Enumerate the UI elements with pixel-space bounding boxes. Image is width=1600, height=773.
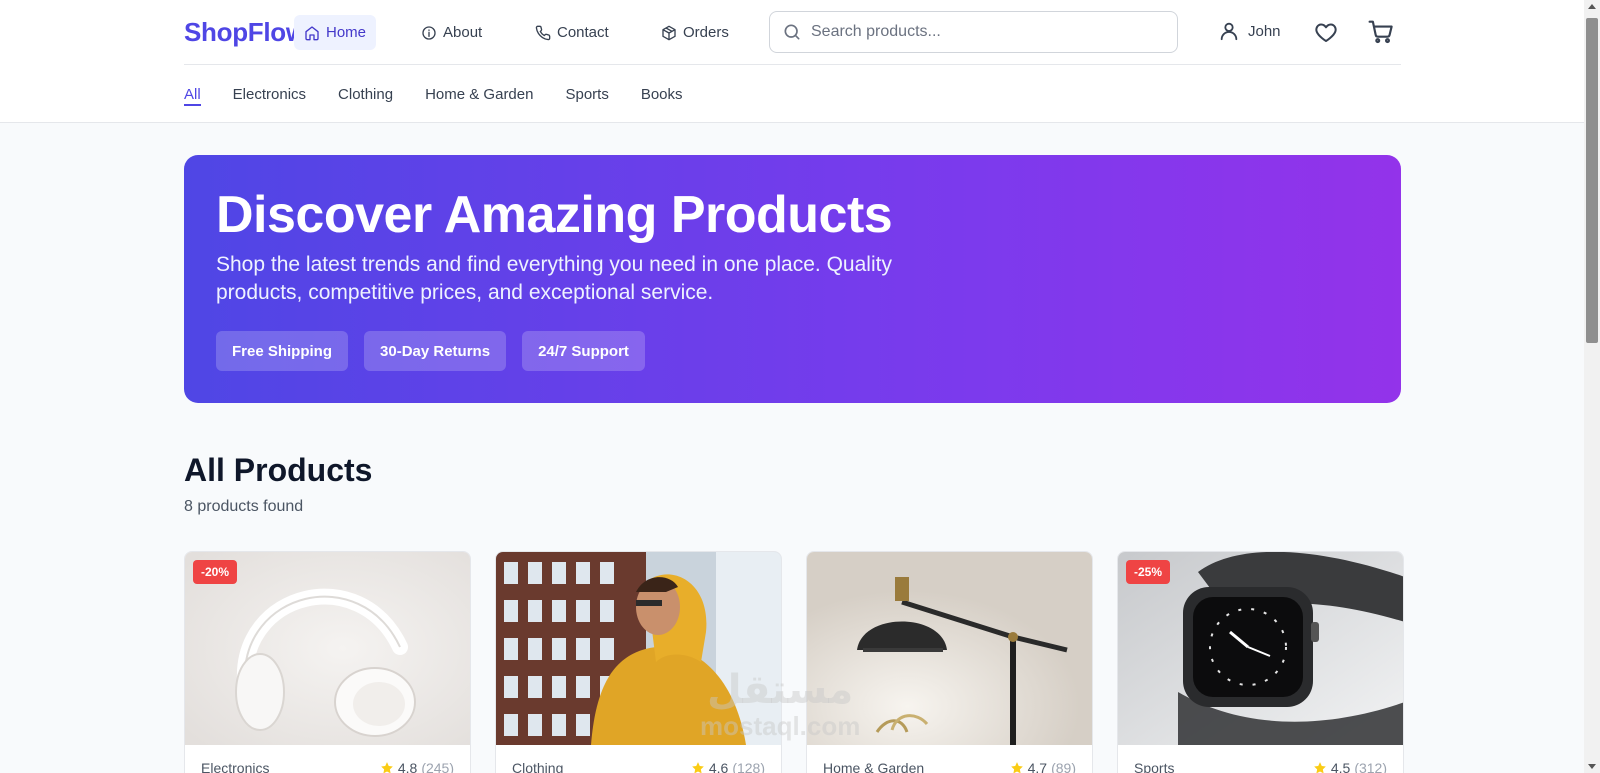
- search-bar: [769, 11, 1178, 53]
- user-name: John: [1248, 22, 1281, 40]
- rating-value: 4.5: [1330, 760, 1351, 773]
- category-tab-home-garden[interactable]: Home & Garden: [425, 66, 533, 122]
- top-header: ShopFlow Home About Contact Orders John: [0, 0, 1584, 123]
- feature-chip-returns: 30-Day Returns: [364, 331, 507, 371]
- info-icon: [422, 25, 436, 40]
- wishlist-button[interactable]: [1312, 18, 1340, 46]
- star-icon: [1314, 762, 1326, 773]
- feature-chip-support: 24/7 Support: [522, 331, 645, 371]
- category-tab-all[interactable]: All: [184, 66, 201, 122]
- category-tab-electronics[interactable]: Electronics: [233, 66, 306, 122]
- hero-subtitle: Shop the latest trends and find everythi…: [216, 253, 892, 304]
- product-meta: Home & Garden 4.7 (89): [823, 760, 1076, 773]
- product-category: Clothing: [512, 760, 564, 773]
- category-tab-sports[interactable]: Sports: [565, 66, 608, 122]
- product-card[interactable]: Clothing 4.6 (128): [495, 551, 782, 773]
- star-icon: [1010, 762, 1023, 773]
- product-rating: 4.8 (245): [380, 760, 454, 773]
- scroll-up-arrow-icon[interactable]: [1588, 4, 1596, 9]
- user-icon: [1220, 22, 1238, 41]
- product-card[interactable]: -20% Electronics 4.8 (245): [184, 551, 471, 773]
- hero-banner: Discover Amazing Products Shop the lates…: [184, 155, 1401, 403]
- product-meta: Sports 4.5 (312): [1134, 760, 1387, 773]
- nav-home-label: Home: [326, 24, 367, 41]
- hero-features: Free Shipping 30-Day Returns 24/7 Suppor…: [216, 331, 645, 371]
- products-heading: All Products: [184, 452, 373, 488]
- nav-orders[interactable]: Orders: [651, 15, 739, 50]
- product-card[interactable]: Home & Garden 4.7 (89): [806, 551, 1093, 773]
- product-card[interactable]: -25% Sports 4.5 (312): [1117, 551, 1404, 773]
- category-tabs: All Electronics Clothing Home & Garden S…: [184, 66, 683, 122]
- package-icon: [662, 25, 676, 40]
- category-tab-books[interactable]: Books: [641, 66, 683, 122]
- nav-about-label: About: [443, 24, 483, 41]
- star-icon: [381, 762, 393, 773]
- star-icon: [692, 762, 704, 773]
- discount-badge: -25%: [1126, 560, 1171, 584]
- category-tab-clothing[interactable]: Clothing: [338, 66, 393, 122]
- review-count: (312): [1354, 760, 1387, 773]
- product-grid: -20% Electronics 4.8 (245) Clothing 4.6 …: [184, 551, 1404, 773]
- product-image-lamp[interactable]: [807, 552, 1092, 745]
- product-meta: Clothing 4.6 (128): [512, 760, 765, 773]
- product-image-hoodie[interactable]: [496, 552, 781, 745]
- product-category: Home & Garden: [823, 760, 925, 773]
- products-count: 8 products found: [184, 498, 304, 515]
- page-scrollbar[interactable]: [1584, 0, 1600, 773]
- product-rating: 4.5 (312): [1313, 760, 1387, 773]
- nav-contact-label: Contact: [557, 24, 609, 41]
- product-rating: 4.7 (89): [1010, 760, 1076, 773]
- product-meta: Electronics 4.8 (245): [201, 760, 454, 773]
- phone-icon: [535, 25, 551, 40]
- cart-button[interactable]: [1367, 18, 1395, 46]
- discount-badge: -20%: [193, 560, 238, 584]
- feature-chip-shipping: Free Shipping: [216, 331, 349, 371]
- scrollbar-thumb[interactable]: [1586, 18, 1598, 343]
- user-account-button[interactable]: John: [1218, 20, 1281, 42]
- hero-title: Discover Amazing Products: [216, 186, 893, 244]
- nav-orders-label: Orders: [683, 24, 729, 41]
- rating-value: 4.8: [397, 760, 418, 773]
- heart-icon: [1315, 23, 1337, 42]
- main-nav: ShopFlow Home About Contact Orders John: [184, 0, 1401, 65]
- nav-contact[interactable]: Contact: [525, 15, 619, 50]
- cart-icon: [1368, 20, 1393, 44]
- review-count: (128): [732, 760, 765, 773]
- scroll-down-arrow-icon[interactable]: [1588, 764, 1596, 769]
- rating-value: 4.6: [708, 760, 729, 773]
- nav-home[interactable]: Home: [294, 15, 377, 50]
- brand-logo[interactable]: ShopFlow: [184, 17, 306, 48]
- search-icon: [784, 24, 800, 40]
- product-rating: 4.6 (128): [691, 760, 765, 773]
- home-icon: [305, 25, 319, 40]
- review-count: (89): [1051, 760, 1076, 773]
- nav-about[interactable]: About: [411, 15, 492, 50]
- rating-value: 4.7: [1027, 760, 1048, 773]
- review-count: (245): [421, 760, 454, 773]
- search-input[interactable]: [811, 23, 1151, 41]
- product-category: Sports: [1134, 760, 1175, 773]
- product-category: Electronics: [201, 760, 270, 773]
